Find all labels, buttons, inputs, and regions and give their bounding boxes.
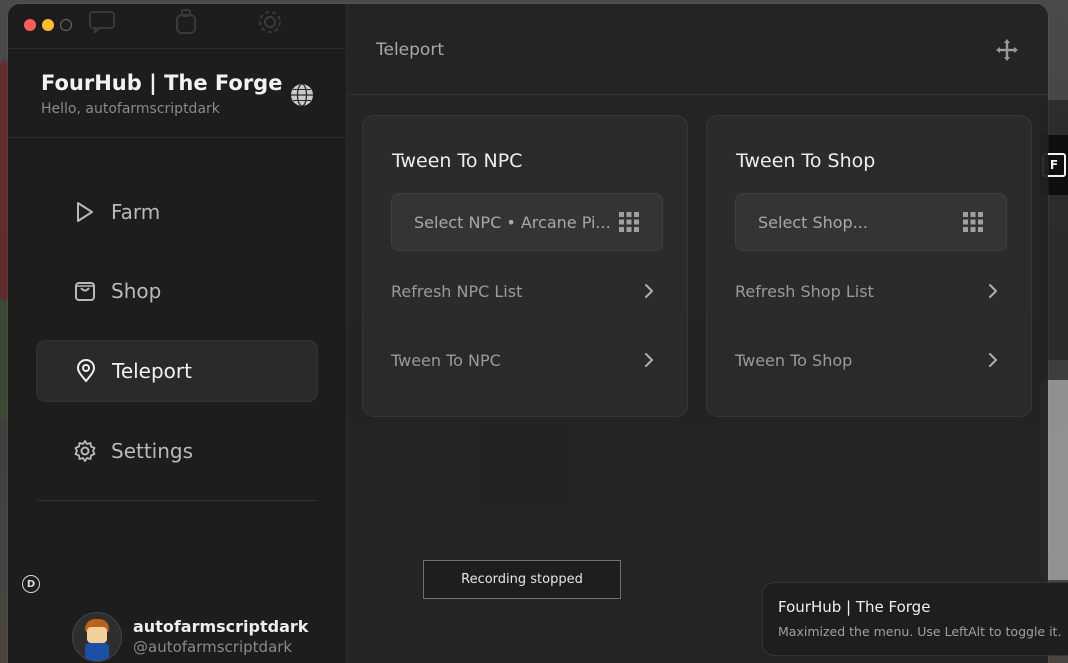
sidebar: FourHub | The Forge Hello, autofarmscrip…	[8, 4, 347, 663]
shopping-bag-icon	[73, 279, 97, 303]
user-display-name: autofarmscriptdark	[133, 617, 309, 636]
sidebar-item-teleport[interactable]: Teleport	[36, 340, 318, 402]
move-icon[interactable]	[995, 38, 1019, 62]
action-label: Refresh Shop List	[735, 282, 874, 301]
chevron-right-icon	[985, 283, 1001, 299]
sidebar-header: FourHub | The Forge Hello, autofarmscrip…	[8, 48, 346, 138]
minimize-button[interactable]	[42, 19, 54, 31]
chat-icon	[88, 8, 116, 36]
gear-icon	[73, 439, 97, 463]
recording-toast: Recording stopped	[423, 560, 621, 599]
main-header: Teleport	[347, 4, 1048, 95]
npc-select-dropdown[interactable]: Select NPC • Arcane Pi...	[391, 193, 663, 251]
faded-toolbar	[88, 8, 284, 36]
d-badge-icon[interactable]: D	[22, 575, 40, 593]
sidebar-nav: Farm Shop Teleport Settings	[36, 182, 318, 500]
notification-body: Maximized the menu. Use LeftAlt to toggl…	[778, 624, 1062, 639]
chevron-right-icon	[641, 352, 657, 368]
card-title: Tween To NPC	[392, 150, 523, 172]
action-label: Tween To Shop	[735, 351, 853, 370]
sidebar-item-label: Settings	[111, 439, 194, 463]
grid-icon	[618, 211, 640, 233]
notification-card: FourHub | The Forge Maximized the menu. …	[762, 582, 1068, 656]
notification-title: FourHub | The Forge	[778, 598, 931, 616]
user-info: autofarmscriptdark @autofarmscriptdark	[133, 617, 308, 657]
action-label: Refresh NPC List	[391, 282, 523, 301]
sidebar-divider	[38, 500, 316, 501]
page-title: Teleport	[376, 40, 444, 60]
card-title: Tween To Shop	[736, 150, 876, 172]
backpack-icon	[172, 8, 200, 36]
sidebar-item-label: Shop	[111, 279, 162, 303]
window-controls	[24, 19, 72, 31]
user-profile[interactable]: autofarmscriptdark @autofarmscriptdark	[72, 612, 308, 662]
tween-to-npc-button[interactable]: Tween To NPC	[391, 343, 661, 377]
grid-icon	[962, 211, 984, 233]
sidebar-item-settings[interactable]: Settings	[36, 421, 318, 481]
sidebar-item-farm[interactable]: Farm	[36, 182, 318, 242]
faded-gear-icon	[256, 8, 284, 36]
user-handle: @autofarmscriptdark	[133, 638, 293, 656]
maximize-button[interactable]	[60, 19, 72, 31]
tween-to-npc-card: Tween To NPC Select NPC • Arcane Pi... R…	[362, 115, 688, 417]
play-icon	[73, 200, 97, 224]
refresh-shop-list-button[interactable]: Refresh Shop List	[735, 274, 1005, 308]
tween-to-shop-button[interactable]: Tween To Shop	[735, 343, 1005, 377]
close-button[interactable]	[24, 19, 36, 31]
avatar	[72, 612, 122, 662]
map-pin-icon	[74, 359, 98, 383]
action-label: Tween To NPC	[391, 351, 501, 370]
user-greeting: Hello, autofarmscriptdark	[41, 101, 220, 117]
dropdown-value: Select NPC • Arcane Pi...	[414, 213, 611, 232]
globe-icon[interactable]	[290, 83, 314, 107]
refresh-npc-list-button[interactable]: Refresh NPC List	[391, 274, 661, 308]
tween-to-shop-card: Tween To Shop Select Shop... Refresh Sho…	[706, 115, 1032, 417]
dropdown-value: Select Shop...	[758, 213, 868, 232]
shop-select-dropdown[interactable]: Select Shop...	[735, 193, 1007, 251]
sidebar-item-label: Teleport	[112, 359, 192, 383]
app-title: FourHub | The Forge	[41, 71, 283, 95]
chevron-right-icon	[985, 352, 1001, 368]
sidebar-item-shop[interactable]: Shop	[36, 261, 318, 321]
sidebar-item-label: Farm	[111, 200, 161, 224]
chevron-right-icon	[641, 283, 657, 299]
